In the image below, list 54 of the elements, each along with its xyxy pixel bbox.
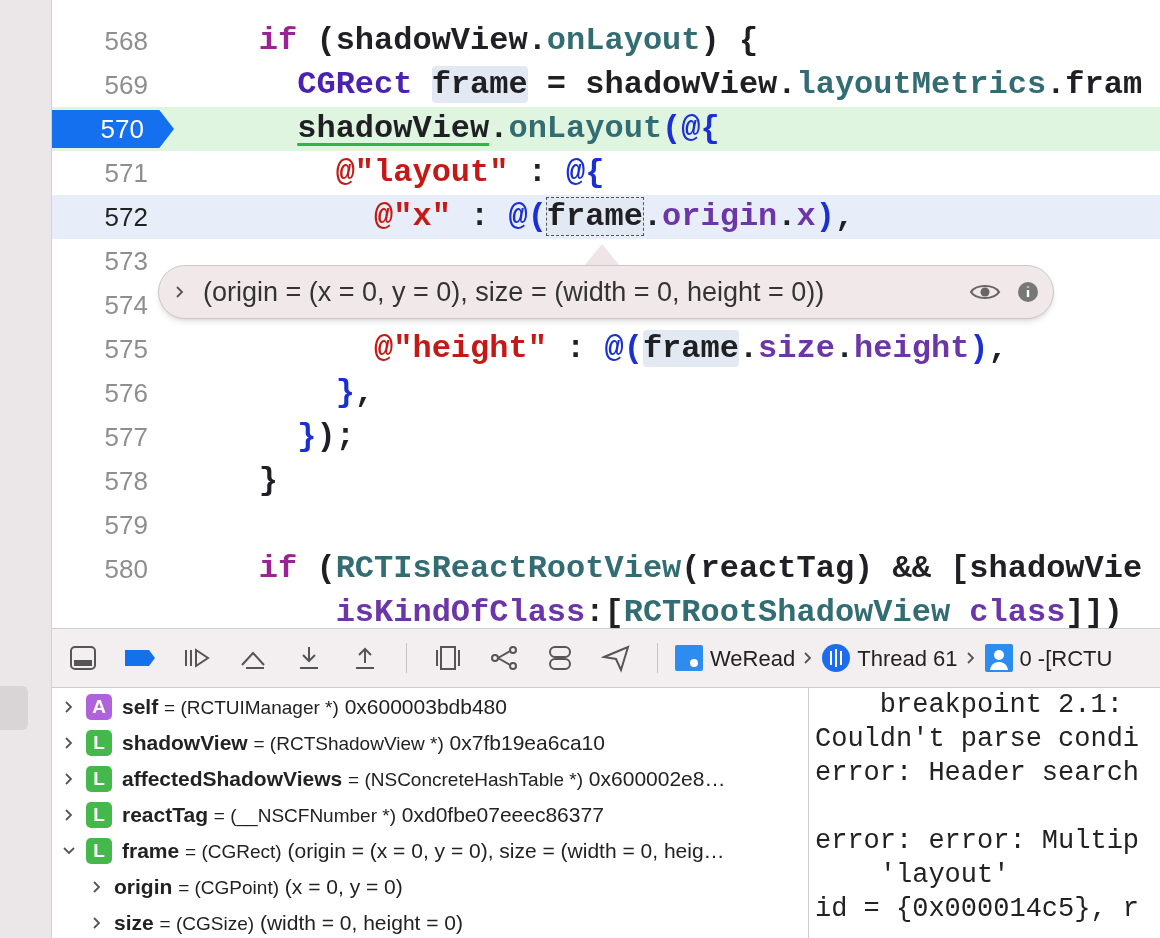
console-line: 'layout' <box>878 859 1011 892</box>
variable-row[interactable]: shadowView = (RCTShadowView *) 0x7fb19ea6ca10 <box>122 727 605 759</box>
code-line: @"height" : @(frame.size.height), <box>373 329 1008 369</box>
console-line: Couldn't parse condi <box>815 723 1141 756</box>
line-number: 577 <box>104 420 148 454</box>
scope-badge: L <box>86 766 112 792</box>
breadcrumb-item[interactable]: 0 -[RCTU <box>1019 641 1113 675</box>
line-number: 572 <box>104 200 148 234</box>
code-line: @"x" : @(frame.origin.x), <box>373 197 855 237</box>
code-line: } <box>257 461 278 501</box>
app-icon <box>674 643 704 673</box>
line-number: 573 <box>104 244 148 278</box>
scope-badge: L <box>86 730 112 756</box>
scope-badge: L <box>86 802 112 828</box>
scope-badge: A <box>86 694 112 720</box>
popover-value: (origin = (x = 0, y = 0), size = (width = 0, height = 0)) <box>203 275 825 309</box>
breakpoint-marker[interactable]: 570 <box>52 110 174 148</box>
thread-icon <box>821 643 852 673</box>
code-line: }, <box>334 373 375 413</box>
variable-row[interactable]: reactTag = (__NSCFNumber *) 0xd0fbe07eeec86377 <box>122 799 604 831</box>
variable-row[interactable]: size = (CGSize) (width = 0, height = 0) <box>114 907 463 938</box>
console-line: id = {0x000014c5}, r <box>815 893 1141 926</box>
location-icon[interactable] <box>601 643 631 673</box>
scope-badge: L <box>86 838 112 864</box>
variable-row[interactable]: origin = (CGPoint) (x = 0, y = 0) <box>114 871 403 903</box>
code-line: if (shadowView.onLayout) { <box>257 21 759 61</box>
code-line: shadowView.onLayout(@{ <box>296 109 720 149</box>
info-icon[interactable] <box>1017 281 1039 303</box>
line-number: 576 <box>104 376 148 410</box>
line-number: 574 <box>104 288 148 322</box>
line-number: 571 <box>104 156 148 190</box>
panel-toggle-icon[interactable] <box>68 643 98 673</box>
code-line: @"layout" : @{ <box>334 153 605 193</box>
breadcrumb-item[interactable]: Thread 61 <box>857 641 958 675</box>
console-line: error: Header search <box>815 757 1141 790</box>
console-line: error: error: Multip <box>815 825 1141 858</box>
user-icon <box>983 643 1014 673</box>
console-line: breakpoint 2.1: <box>878 689 1124 722</box>
code-line: isKindOfClass:[RCTRootShadowView class]]) <box>334 593 1123 628</box>
line-number: 580 <box>104 552 148 586</box>
line-number: 575 <box>104 332 148 366</box>
variable-row[interactable]: affectedShadowViews = (NSConcreteHashTable *) 0x600002e8… <box>122 763 726 795</box>
view-debugger-icon[interactable] <box>433 643 463 673</box>
code-line: if (RCTIsReactRootView(reactTag) && [shadowVie <box>257 549 1143 589</box>
line-number: 578 <box>104 464 148 498</box>
line-number: 568 <box>104 24 148 58</box>
code-line: }); <box>296 417 355 457</box>
variable-row[interactable]: self = (RCTUIManager *) 0x600003bdb480 <box>122 691 507 723</box>
code-line: CGRect frame = shadowView.layoutMetrics.fram <box>296 65 1143 105</box>
graph-icon[interactable] <box>489 643 519 673</box>
breadcrumb-item[interactable]: WeRead <box>710 641 796 675</box>
line-number: 579 <box>104 508 148 542</box>
line-number: 569 <box>104 68 148 102</box>
variable-row[interactable]: frame = (CGRect) (origin = (x = 0, y = 0), size = (width = 0, heig… <box>122 835 725 867</box>
